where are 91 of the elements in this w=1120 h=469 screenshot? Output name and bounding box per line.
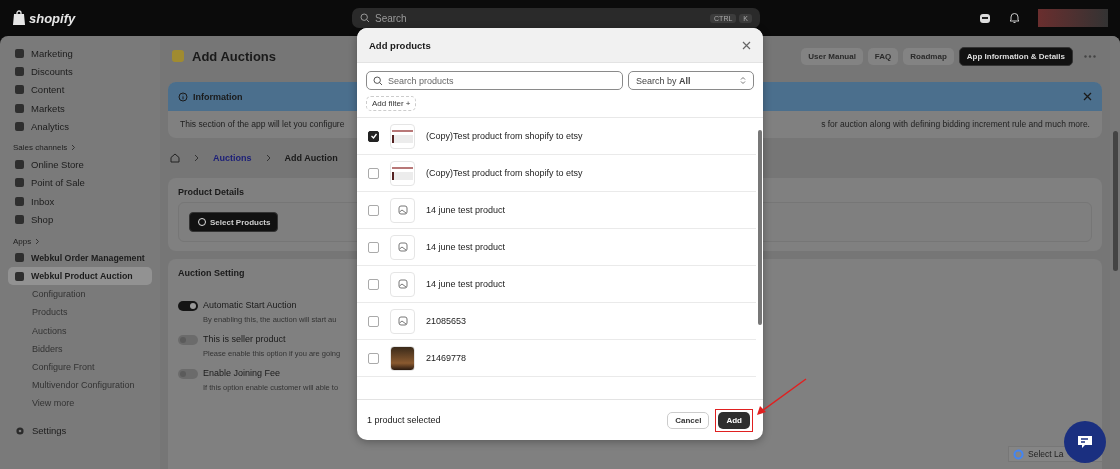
image-placeholder-icon <box>390 197 415 223</box>
banner-title: Information <box>193 91 243 102</box>
home-icon[interactable] <box>170 153 180 163</box>
sidebar-subitem[interactable]: Configure Front <box>8 358 152 377</box>
product-thumbnail <box>390 123 415 149</box>
image-placeholder-icon <box>390 308 415 334</box>
checkbox[interactable] <box>368 278 379 290</box>
image-placeholder-icon <box>390 234 415 260</box>
search-icon <box>360 13 370 23</box>
product-name: 14 june test product <box>426 205 506 215</box>
page-title: Add Auctions <box>192 48 276 64</box>
sidebar-subitem[interactable]: Products <box>8 303 152 322</box>
sidebar-subitem[interactable]: View more <box>8 394 152 413</box>
logo-text: shopify <box>29 10 76 26</box>
sidebar-item[interactable]: Discounts <box>8 62 152 81</box>
product-name: (Copy)Test product from shopify to etsy <box>426 131 583 141</box>
language-label: Select La <box>1028 449 1064 459</box>
sidebar-item[interactable]: Webkul Order Management <box>8 248 152 267</box>
chevron-icon <box>265 154 271 162</box>
toggle-switch[interactable] <box>178 301 198 311</box>
chat-icon <box>1077 435 1093 449</box>
scrollbar-thumb[interactable] <box>757 130 762 325</box>
section-heading[interactable]: Apps <box>13 236 32 246</box>
header-button[interactable]: Roadmap <box>903 47 954 65</box>
chevron-icon <box>71 144 77 152</box>
sidebar-item[interactable]: Content <box>8 80 152 99</box>
select-products-button[interactable]: Select Products <box>189 212 279 232</box>
checkbox[interactable] <box>368 315 379 327</box>
banner-text: This section of the app will let you configure <box>180 119 345 129</box>
sidebar-subitem[interactable]: Configuration <box>8 285 152 304</box>
breadcrumb-link[interactable]: Auctions <box>213 153 252 163</box>
sidebar-item[interactable]: Inbox <box>8 192 152 211</box>
chevron-icon <box>35 237 41 245</box>
checkbox[interactable] <box>368 352 379 364</box>
sidebar-subitem[interactable]: Auctions <box>8 321 152 340</box>
search-by-select[interactable]: Search by All <box>628 71 754 90</box>
account-block[interactable] <box>1038 9 1108 27</box>
search-field[interactable]: Search products <box>366 71 623 90</box>
up-down-icon <box>740 76 746 85</box>
toggle-label: Enable Joining Fee <box>203 368 282 378</box>
annotation-arrow <box>756 378 808 416</box>
info-icon <box>178 91 188 102</box>
sidebar-item[interactable]: Shop <box>8 210 152 229</box>
sidebar-item[interactable]: Analytics <box>8 117 152 136</box>
bell-icon[interactable] <box>1009 12 1020 24</box>
toggle-label: This is seller product <box>203 334 287 344</box>
checkbox[interactable] <box>368 130 379 142</box>
sidebar-item[interactable]: Settings <box>8 421 152 440</box>
shopping-bag-icon <box>12 10 26 26</box>
breadcrumb-current: Add Auction <box>284 153 338 163</box>
add-filter-button[interactable]: Add filter + <box>366 96 417 111</box>
section-heading[interactable]: Sales channels <box>13 143 68 153</box>
sidebar-item[interactable]: Online Store <box>8 155 152 174</box>
banner-text: s for auction along with defining bidding increment rule and much more. <box>821 119 1090 129</box>
search-placeholder: Search <box>375 12 408 24</box>
card-title: Product Details <box>178 187 245 197</box>
scrollbar-thumb[interactable] <box>1112 131 1118 271</box>
toggle-switch[interactable] <box>178 335 198 345</box>
header-button[interactable]: User Manual <box>801 47 863 65</box>
checkbox[interactable] <box>368 167 379 179</box>
search-icon <box>373 76 383 86</box>
cancel-button[interactable]: Cancel <box>667 411 710 429</box>
product-name: 21085653 <box>426 316 467 326</box>
settings-icon <box>15 425 25 436</box>
sidebar-item[interactable]: Point of Sale <box>8 173 152 193</box>
add-button[interactable]: Add <box>718 411 750 429</box>
sidebar-item[interactable]: Webkul Product Auction <box>8 266 152 286</box>
sidebar-subitem[interactable]: Multivendor Configuration <box>8 376 152 395</box>
sidebar-subitem[interactable]: Bidders <box>8 339 152 358</box>
product-name: 14 june test product <box>426 279 506 289</box>
checkbox[interactable] <box>368 241 379 253</box>
toggle-label: Automatic Start Auction <box>203 300 298 310</box>
app-icon <box>172 50 184 62</box>
checkbox[interactable] <box>368 204 379 216</box>
toggle-switch[interactable] <box>178 369 198 379</box>
dialog-title: Add products <box>369 39 431 51</box>
product-name: 14 june test product <box>426 242 506 252</box>
header-button[interactable]: App Information & Details <box>958 46 1073 66</box>
photo-placeholder <box>390 345 415 371</box>
product-name: (Copy)Test product from shopify to etsy <box>426 168 583 178</box>
chevron-icon <box>194 154 199 162</box>
card-title: Auction Setting <box>178 268 246 278</box>
sidebar-item[interactable]: Markets <box>8 98 152 118</box>
product-thumbnail <box>390 160 415 186</box>
header-button[interactable]: FAQ <box>867 47 899 65</box>
close-icon[interactable] <box>1083 92 1092 101</box>
selection-count: 1 product selected <box>367 415 442 425</box>
close-icon[interactable] <box>742 40 751 50</box>
product-name: 21469778 <box>426 353 467 363</box>
image-placeholder-icon <box>390 271 415 297</box>
sidebar-item[interactable]: Marketing <box>8 44 152 63</box>
